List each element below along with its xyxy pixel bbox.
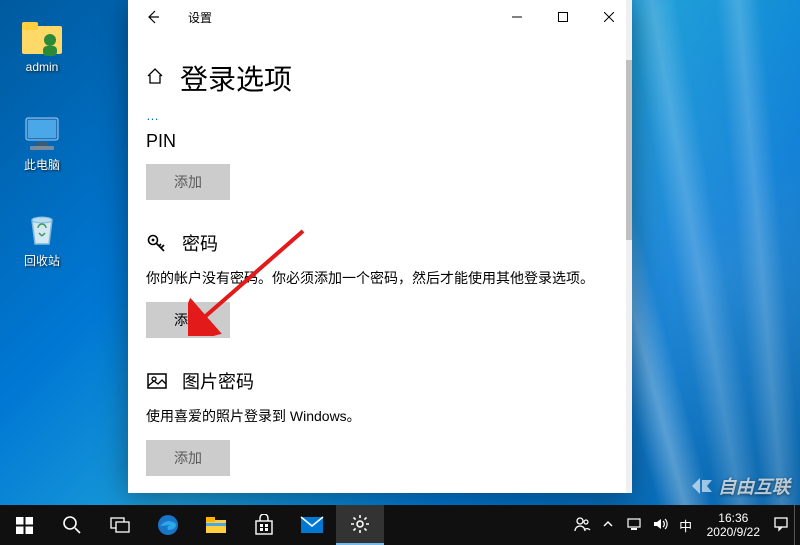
titlebar: 设置 bbox=[128, 0, 632, 34]
task-view-button[interactable] bbox=[96, 505, 144, 545]
tray-clock[interactable]: 16:36 2020/9/22 bbox=[699, 511, 768, 539]
tray-action-center[interactable] bbox=[768, 516, 794, 535]
maximize-button[interactable] bbox=[540, 0, 586, 34]
desktop-icon-label: 此电脑 bbox=[4, 156, 80, 173]
desktop-icon-admin[interactable]: admin bbox=[4, 18, 80, 74]
taskbar-settings[interactable] bbox=[336, 505, 384, 545]
taskbar-store[interactable] bbox=[240, 505, 288, 545]
tray-date: 2020/9/22 bbox=[707, 525, 760, 539]
pin-label: PIN bbox=[146, 131, 176, 152]
tray-people[interactable] bbox=[569, 515, 595, 536]
desktop-icon-label: 回收站 bbox=[4, 252, 80, 269]
picture-icon bbox=[146, 370, 168, 392]
taskbar-file-explorer[interactable] bbox=[192, 505, 240, 545]
back-button[interactable] bbox=[138, 2, 168, 32]
content-area: … PIN 添加 密码 你的帐户没有密码。你必须添加一个密码，然后才能使用其他登… bbox=[128, 106, 632, 493]
user-folder-icon bbox=[18, 18, 66, 58]
password-label: 密码 bbox=[182, 230, 218, 256]
search-button[interactable] bbox=[48, 505, 96, 545]
start-button[interactable] bbox=[0, 505, 48, 545]
add-pin-button[interactable]: 添加 bbox=[146, 164, 230, 200]
page-header: 登录选项 bbox=[128, 34, 632, 106]
settings-window: 设置 登录选项 … PIN 添加 密码 你的帐户没有密码。你必须添加一个密码，然… bbox=[128, 0, 632, 493]
show-desktop-button[interactable] bbox=[794, 505, 800, 545]
section-title-pin: PIN bbox=[146, 131, 614, 152]
tray-ime[interactable]: 中 bbox=[673, 516, 699, 535]
taskbar: 中 16:36 2020/9/22 bbox=[0, 505, 800, 545]
tray-overflow[interactable] bbox=[595, 517, 621, 533]
system-tray: 中 16:36 2020/9/22 bbox=[569, 505, 800, 545]
key-icon bbox=[146, 232, 168, 254]
page-title: 登录选项 bbox=[180, 58, 292, 98]
desktop-icon-recycle-bin[interactable]: 回收站 bbox=[4, 210, 80, 269]
window-title: 设置 bbox=[188, 9, 212, 26]
tray-volume-icon[interactable] bbox=[647, 516, 673, 535]
picture-password-description: 使用喜爱的照片登录到 Windows。 bbox=[146, 406, 614, 426]
section-title-picture-password: 图片密码 bbox=[146, 368, 614, 394]
tray-network-icon[interactable] bbox=[621, 516, 647, 535]
watermark: 自由互联 bbox=[690, 473, 790, 499]
tray-time: 16:36 bbox=[707, 511, 760, 525]
scrollbar[interactable] bbox=[626, 0, 632, 493]
truncated-link[interactable]: … bbox=[146, 108, 614, 123]
desktop-icon-label: admin bbox=[4, 60, 80, 74]
recycle-bin-icon bbox=[18, 210, 66, 250]
picture-password-label: 图片密码 bbox=[182, 368, 254, 394]
minimize-button[interactable] bbox=[494, 0, 540, 34]
scrollbar-thumb[interactable] bbox=[626, 60, 632, 240]
computer-icon bbox=[18, 114, 66, 154]
taskbar-edge[interactable] bbox=[144, 505, 192, 545]
home-icon[interactable] bbox=[146, 67, 164, 90]
taskbar-mail[interactable] bbox=[288, 505, 336, 545]
desktop-icon-this-pc[interactable]: 此电脑 bbox=[4, 114, 80, 173]
password-description: 你的帐户没有密码。你必须添加一个密码，然后才能使用其他登录选项。 bbox=[146, 268, 614, 288]
section-title-password: 密码 bbox=[146, 230, 614, 256]
add-password-button[interactable]: 添加 bbox=[146, 302, 230, 338]
add-picture-password-button[interactable]: 添加 bbox=[146, 440, 230, 476]
